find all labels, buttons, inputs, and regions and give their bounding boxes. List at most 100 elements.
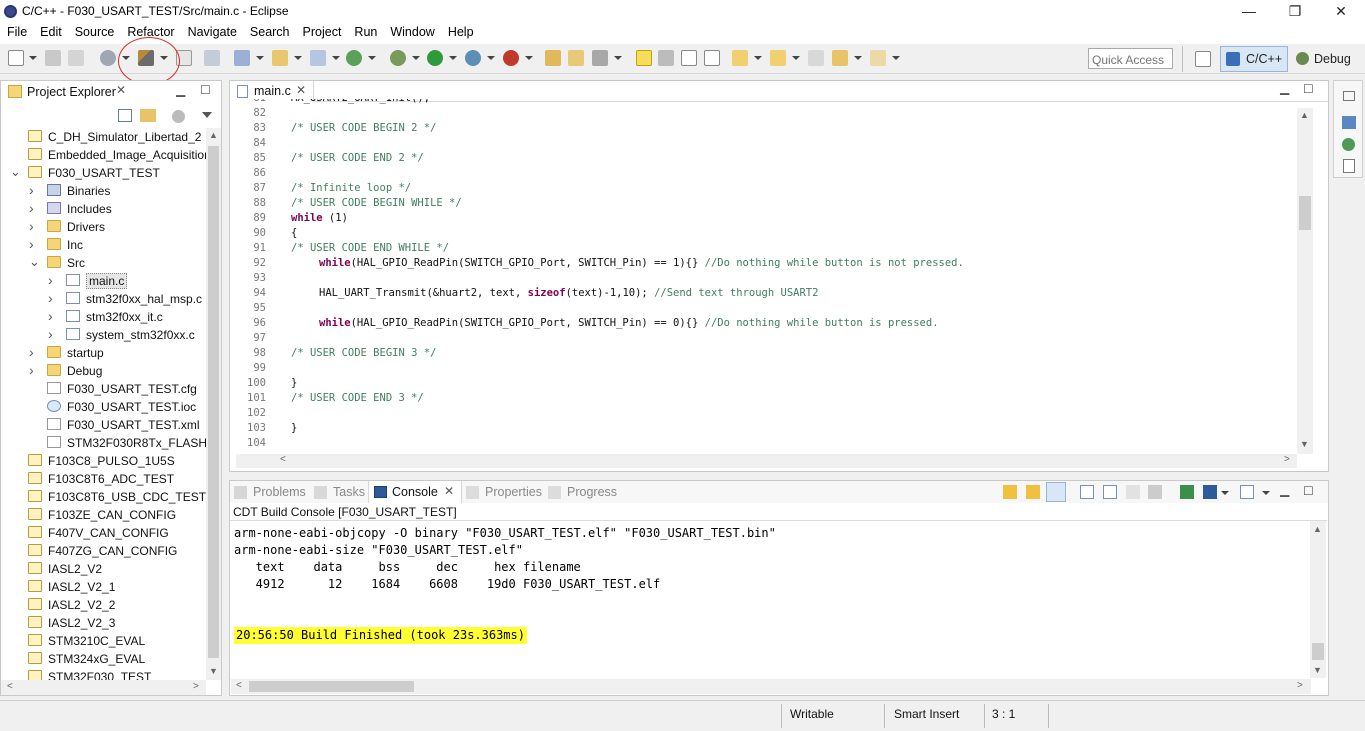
minimize-editor-icon[interactable]: ▁ — [1280, 81, 1289, 95]
console-scroll-right-icon[interactable]: > — [1297, 680, 1303, 691]
tree-item[interactable]: › Binaries — [0, 182, 207, 200]
new-dropdown-icon[interactable] — [29, 56, 37, 60]
tree-item[interactable]: STM3210C_EVAL — [0, 632, 207, 650]
scroll-lock-icon[interactable] — [1103, 485, 1117, 499]
code-line[interactable]: 101 /* USER CODE END 3 */ — [236, 391, 1296, 406]
tree-item[interactable]: IASL2_V2 — [0, 560, 207, 578]
editor-scroll-thumb[interactable] — [1299, 196, 1311, 230]
tree-item[interactable]: F103C8_PULSO_1U5S — [0, 452, 207, 470]
menu-source[interactable]: Source — [68, 23, 121, 44]
menu-file[interactable]: File — [0, 23, 33, 44]
console-scroll-thumb[interactable] — [1312, 643, 1324, 660]
code-line[interactable]: 81 MX_USART2_UART_Init(); — [236, 99, 1296, 106]
code-line[interactable]: 94 HAL_UART_Transmit(&huart2, text, sizeo… — [236, 286, 1296, 301]
tree-item[interactable]: F030_USART_TEST.xml — [0, 416, 207, 434]
close-button[interactable]: ✕ — [1318, 0, 1364, 23]
console-output[interactable]: arm-none-eabi-objcopy -O binary "F030_US… — [234, 520, 1309, 670]
tree-item[interactable]: › Drivers — [0, 218, 207, 236]
tree-item[interactable]: › system_stm32f0xx.c — [0, 326, 207, 344]
code-editor[interactable]: 81 MX_USART2_UART_Init(); 82 83 /* USER CODE… — [236, 99, 1296, 454]
editor-vertical-scrollbar[interactable]: ▲ ▼ — [1297, 108, 1313, 454]
console-horizontal-scrollbar[interactable]: < > — [231, 679, 1311, 694]
maximize-console-icon[interactable]: ☐ — [1303, 484, 1314, 498]
external-tools-icon[interactable] — [503, 50, 519, 66]
minimize-view-icon[interactable]: ▁ — [176, 83, 185, 97]
tree-item[interactable]: › Includes — [0, 200, 207, 218]
next-annotation-dropdown-icon[interactable] — [754, 56, 762, 60]
maximize-button[interactable]: ❐ — [1272, 0, 1318, 23]
menu-help[interactable]: Help — [441, 23, 480, 44]
toggle-breadcrumb-icon[interactable] — [658, 50, 674, 66]
tree-item[interactable]: › stm32f0xx_it.c — [0, 308, 207, 326]
code-line[interactable]: 86 — [236, 166, 1296, 181]
code-line[interactable]: 82 — [236, 106, 1296, 121]
console-vertical-scrollbar[interactable]: ▲ ▼ — [1310, 521, 1326, 678]
filters-icon[interactable] — [172, 110, 185, 123]
tree-vertical-scrollbar[interactable]: ▲ ▼ — [206, 128, 221, 680]
console-scroll-left-icon[interactable]: < — [236, 680, 242, 691]
code-line[interactable]: 84 — [236, 136, 1296, 151]
restore-icon[interactable] — [1343, 91, 1355, 101]
new-c-project-icon[interactable] — [234, 50, 250, 66]
mark-occurrences-icon[interactable] — [636, 50, 652, 66]
open-console-dropdown-icon[interactable] — [1221, 491, 1229, 495]
tab-progress[interactable]: Progress — [548, 484, 626, 502]
run-dropdown-icon[interactable] — [449, 56, 457, 60]
minimize-button[interactable]: — — [1226, 0, 1272, 23]
tree-item[interactable]: F407V_CAN_CONFIG — [0, 524, 207, 542]
editor-scroll-down-icon[interactable]: ▼ — [1300, 439, 1309, 449]
expand-arrow-icon[interactable]: › — [48, 326, 53, 342]
tree-scroll-thumb[interactable] — [208, 146, 219, 658]
forward-icon[interactable] — [870, 50, 886, 66]
copy-console-icon[interactable] — [1080, 485, 1094, 499]
editor-horizontal-scrollbar[interactable]: < > — [236, 454, 1297, 468]
previous-annotation-icon[interactable] — [770, 50, 786, 66]
tree-item[interactable]: › startup — [0, 344, 207, 362]
previous-annotation-dropdown-icon[interactable] — [792, 56, 800, 60]
new-class-icon[interactable] — [310, 50, 326, 66]
expand-arrow-icon[interactable]: › — [29, 344, 34, 360]
expand-arrow-icon[interactable]: › — [29, 218, 34, 234]
menu-window[interactable]: Window — [383, 23, 440, 44]
run-icon[interactable] — [427, 50, 443, 66]
next-annotation-icon[interactable] — [732, 50, 748, 66]
new-class-dropdown-icon[interactable] — [332, 56, 340, 60]
tab-tasks[interactable]: Tasks — [314, 484, 370, 502]
back-icon[interactable] — [832, 50, 848, 66]
new-folder-dropdown-icon[interactable] — [294, 56, 302, 60]
new-console-icon[interactable] — [1240, 485, 1254, 499]
tree-item[interactable]: ⌄ F030_USART_TEST — [0, 164, 207, 182]
open-element-icon[interactable] — [204, 50, 220, 66]
expand-arrow-icon[interactable]: › — [29, 362, 34, 378]
build-targets-icon[interactable] — [1342, 138, 1355, 151]
new-folder-icon[interactable] — [272, 50, 288, 66]
new-console-dropdown-icon[interactable] — [1262, 491, 1270, 495]
tree-item[interactable]: F103C8T6_USB_CDC_TEST — [0, 488, 207, 506]
view-menu-icon[interactable] — [202, 112, 212, 118]
tree-item[interactable]: STM32F030_TEST — [0, 668, 207, 680]
expand-arrow-icon[interactable]: › — [29, 200, 34, 216]
perspective-debug-button[interactable]: Debug — [1292, 46, 1358, 72]
tree-item[interactable]: F030_USART_TEST.cfg — [0, 380, 207, 398]
expand-arrow-icon[interactable]: › — [29, 182, 34, 198]
code-line[interactable]: 91 /* USER CODE END WHILE */ — [236, 241, 1296, 256]
project-explorer-title[interactable]: Project Explorer — [27, 85, 116, 99]
code-line[interactable]: 99 — [236, 361, 1296, 376]
menu-run[interactable]: Run — [347, 23, 383, 44]
tab-properties[interactable]: Properties — [466, 484, 548, 502]
tree-item[interactable]: › Inc — [0, 236, 207, 254]
tree-item[interactable]: IASL2_V2_2 — [0, 596, 207, 614]
code-line[interactable]: 103} — [236, 421, 1296, 436]
scroll-right-icon[interactable]: > — [193, 681, 199, 692]
code-line[interactable]: 98 /* USER CODE BEGIN 3 */ — [236, 346, 1296, 361]
code-line[interactable]: 95 — [236, 301, 1296, 316]
block-selection-icon[interactable] — [681, 50, 697, 66]
minimize-console-icon[interactable]: ▁ — [1280, 483, 1289, 497]
expand-arrow-icon[interactable]: › — [48, 272, 53, 288]
new-icon[interactable] — [8, 50, 24, 66]
code-line[interactable]: 88 /* USER CODE BEGIN WHILE */ — [236, 196, 1296, 211]
tree-item[interactable]: F103ZE_CAN_CONFIG — [0, 506, 207, 524]
expand-arrow-icon[interactable]: › — [48, 308, 53, 324]
open-type-icon[interactable] — [545, 50, 561, 66]
outline-view-icon[interactable] — [1342, 116, 1356, 129]
